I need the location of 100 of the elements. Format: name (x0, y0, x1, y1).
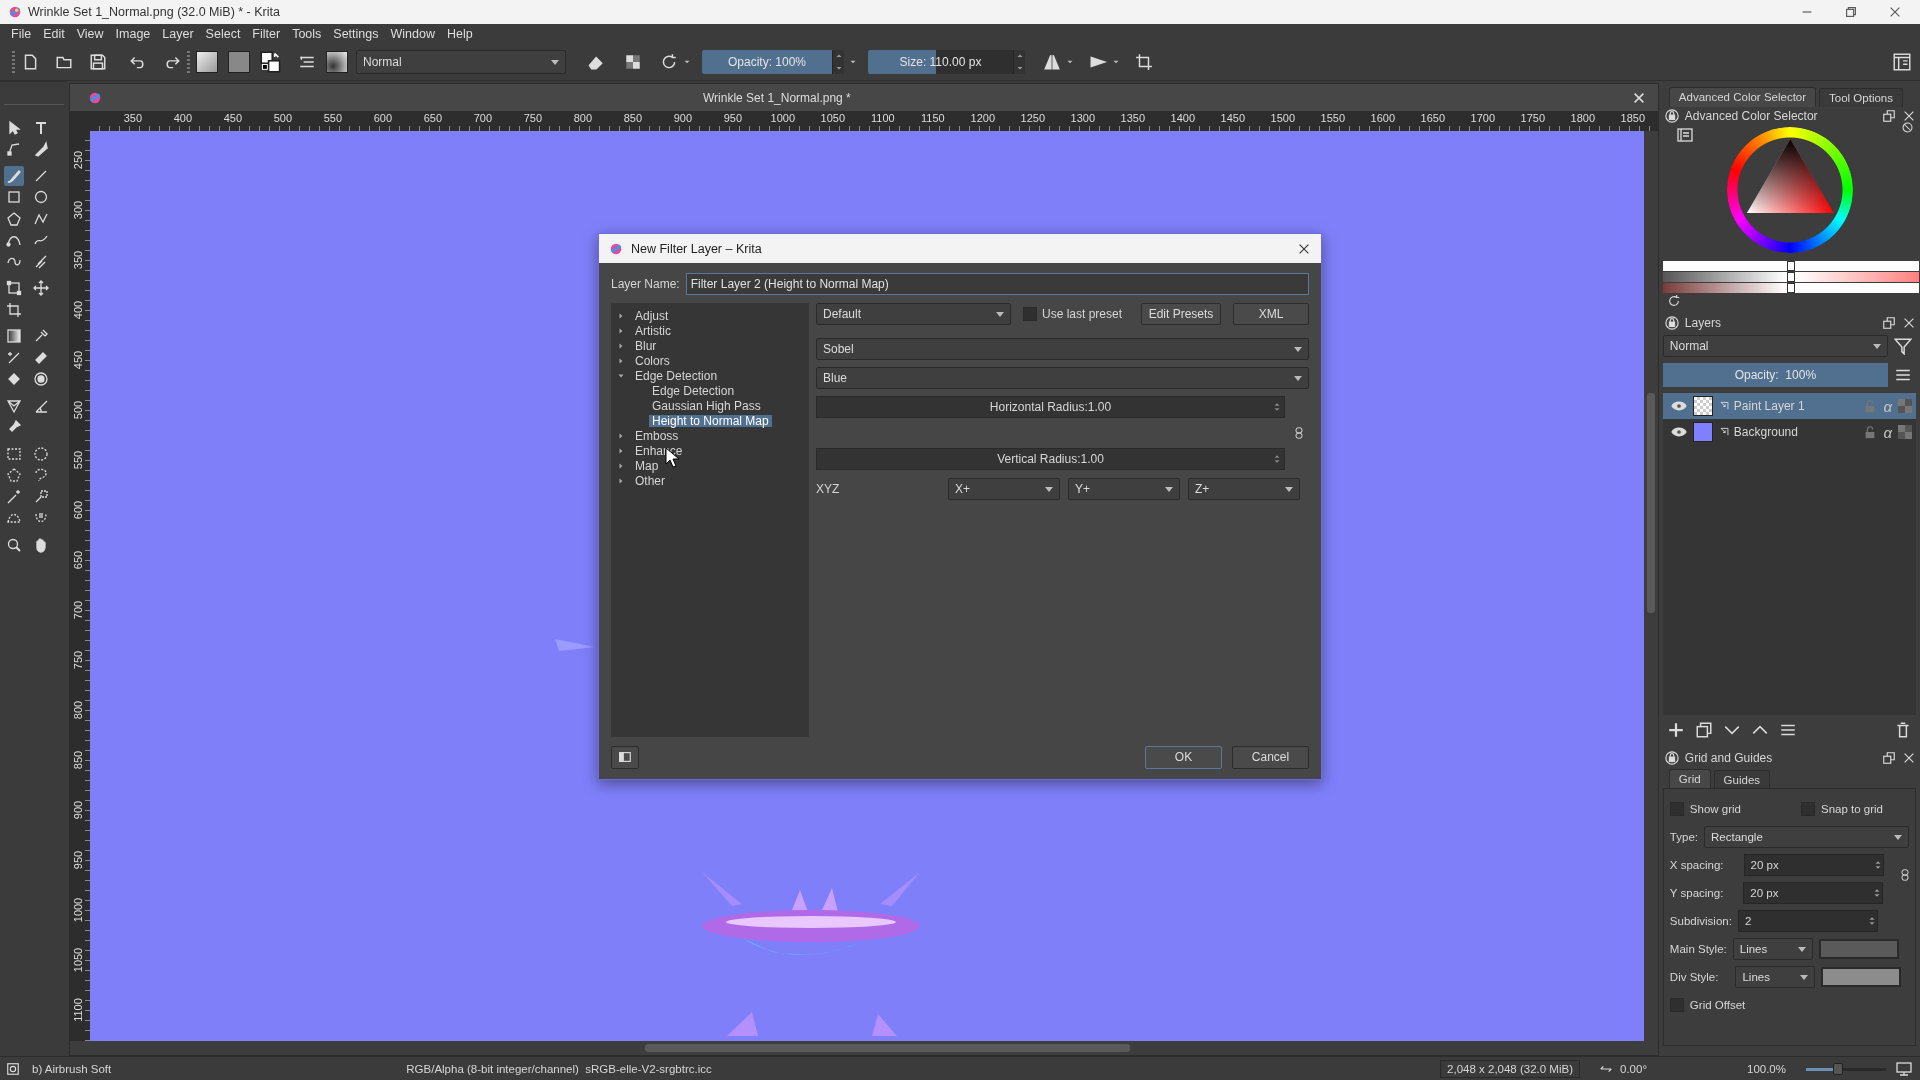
rotation-label: 0.00° (1620, 1063, 1647, 1075)
horizontal-radius-field[interactable]: Horizontal Radius:1.00 (816, 396, 1285, 418)
ruler-label: 1050 (819, 111, 847, 125)
menu-item[interactable]: Select (199, 27, 247, 41)
checkbox-label: Use last preset (1042, 307, 1124, 321)
ruler-label: 600 (372, 111, 394, 125)
menu-item[interactable]: Edit (37, 27, 71, 41)
ruler-label: 500 (71, 400, 84, 420)
ruler-label: 950 (722, 111, 744, 125)
tree-item[interactable]: Blur (632, 339, 660, 352)
xml-button[interactable]: XML (1233, 303, 1309, 325)
ruler-label: 900 (71, 800, 84, 820)
layer-row[interactable]: Paint Layer 1 α (1662, 393, 1916, 419)
tree-item[interactable]: Colors (632, 354, 673, 367)
type-dropdown[interactable]: Rectangle (1704, 826, 1909, 848)
field-label: XYZ (816, 482, 841, 496)
color-space-label: RGB/Alpha (8-bit integer/channel) sRGB-elle-V2-srgbtrc.icc (406, 1063, 712, 1075)
ruler-label: 1500 (1269, 111, 1297, 125)
channel-dropdown[interactable]: Blue (816, 367, 1309, 389)
tree-item[interactable]: Map (632, 459, 662, 472)
field-label: X spacing: (1669, 859, 1724, 871)
ruler-label: 450 (222, 111, 244, 125)
menu-item[interactable]: Filter (246, 27, 287, 41)
field-label: Layer Name: (611, 277, 680, 291)
ruler-label: 400 (71, 300, 84, 320)
ruler-label: 600 (71, 500, 84, 520)
dock-tab[interactable]: Tool Options (1819, 88, 1903, 107)
slider[interactable]: Size: 110.00 px (868, 50, 1013, 74)
blend-mode-dropdown[interactable]: Normal (356, 50, 566, 74)
ruler-label: 1750 (1519, 111, 1547, 125)
checkbox-label: Show grid (1689, 803, 1741, 815)
ruler-label: 1600 (1369, 111, 1397, 125)
style-dropdown[interactable]: Lines (1735, 966, 1816, 988)
menu-item[interactable]: View (70, 27, 110, 41)
menu-item[interactable]: Window (384, 27, 441, 41)
image-size-label: 2,048 x 2,048 (32.0 MiB) (1440, 1060, 1580, 1078)
layer-row[interactable]: Background α (1662, 419, 1916, 445)
axis-dropdown[interactable]: Y+ (1068, 478, 1180, 500)
tree-item[interactable]: Artistic (632, 324, 674, 337)
ruler-label: 700 (472, 111, 494, 125)
ok-button[interactable]: OK (1145, 745, 1222, 769)
dialog-title: New Filter Layer – Krita (631, 241, 763, 256)
tree-item[interactable]: Edge Detection (632, 369, 721, 382)
ruler-label: 850 (622, 111, 644, 125)
zoom-label: 100.0% (1747, 1063, 1786, 1075)
slider[interactable]: Opacity: 100% (702, 50, 832, 74)
vertical-radius-field[interactable]: Vertical Radius:1.00 (816, 448, 1285, 470)
menu-item[interactable]: Help (440, 27, 479, 41)
ruler-label: 1000 (769, 111, 797, 125)
axis-dropdown[interactable]: Z+ (1188, 478, 1300, 500)
ruler-label: 350 (71, 250, 84, 270)
tree-item[interactable]: Height to Normal Map (649, 414, 772, 427)
spin-field[interactable]: 20 px (1743, 854, 1884, 876)
ruler-label: 300 (71, 200, 84, 220)
ruler-label: 850 (71, 750, 84, 770)
ruler-label: 1100 (870, 111, 896, 125)
style-dropdown[interactable]: Lines (1732, 938, 1813, 960)
ruler-label: 350 (122, 111, 144, 125)
preset-dropdown[interactable]: Default (816, 303, 1011, 325)
spin-field[interactable]: 20 px (1743, 882, 1884, 904)
ruler-label: 1100 (71, 998, 84, 1022)
ruler-label: 750 (522, 111, 544, 125)
ruler-label: 800 (71, 700, 84, 720)
menu-item[interactable]: Layer (156, 27, 200, 41)
menu-item[interactable]: Settings (327, 27, 385, 41)
layer-name: Paint Layer 1 (1733, 399, 1806, 413)
alpha-mark: α (1883, 423, 1892, 441)
tree-item[interactable]: Gaussian High Pass (649, 399, 764, 412)
ruler-label: 1850 (1619, 111, 1647, 125)
ruler-label: 400 (172, 111, 194, 125)
dock-tab[interactable]: Advanced Color Selector (1668, 87, 1817, 107)
opacity-slider[interactable]: Opacity: 100% (1662, 363, 1888, 387)
ruler-label: 250 (71, 150, 84, 170)
blend-mode-dropdown[interactable]: Normal (1662, 335, 1888, 357)
menu-item[interactable]: File (5, 27, 38, 41)
ruler-label: 1400 (1169, 111, 1197, 125)
menu-item[interactable]: Tools (286, 27, 328, 41)
ruler-label: 1650 (1419, 111, 1447, 125)
ruler-label: 900 (672, 111, 694, 125)
edit-presets-button[interactable]: Edit Presets (1141, 303, 1221, 325)
ruler-label: 1150 (920, 111, 946, 125)
document-tab-title[interactable]: Wrinkle Set 1_Normal.png * (101, 90, 1632, 105)
field-label: Div Style: (1669, 971, 1719, 983)
panel-tab[interactable]: Grid (1668, 769, 1711, 789)
method-dropdown[interactable]: Sobel (816, 338, 1309, 360)
ruler-label: 650 (71, 550, 84, 570)
tree-item[interactable]: Other (632, 474, 668, 487)
cancel-button[interactable]: Cancel (1232, 745, 1309, 769)
ruler-label: 1550 (1319, 111, 1347, 125)
ruler-label: 500 (272, 111, 294, 125)
tree-item[interactable]: Emboss (632, 429, 682, 442)
spin-field[interactable]: 2 (1737, 910, 1878, 932)
ruler-label: 1350 (1119, 111, 1147, 125)
tree-item[interactable]: Edge Detection (649, 384, 738, 397)
ruler-label: 1300 (1069, 111, 1097, 125)
layer-name-field[interactable]: Filter Layer 2 (Height to Normal Map) (685, 273, 1309, 295)
menu-item[interactable]: Image (109, 27, 157, 41)
tree-item[interactable]: Adjust (632, 309, 672, 322)
axis-dropdown[interactable]: X+ (948, 478, 1060, 500)
ruler-label: 550 (71, 450, 84, 470)
